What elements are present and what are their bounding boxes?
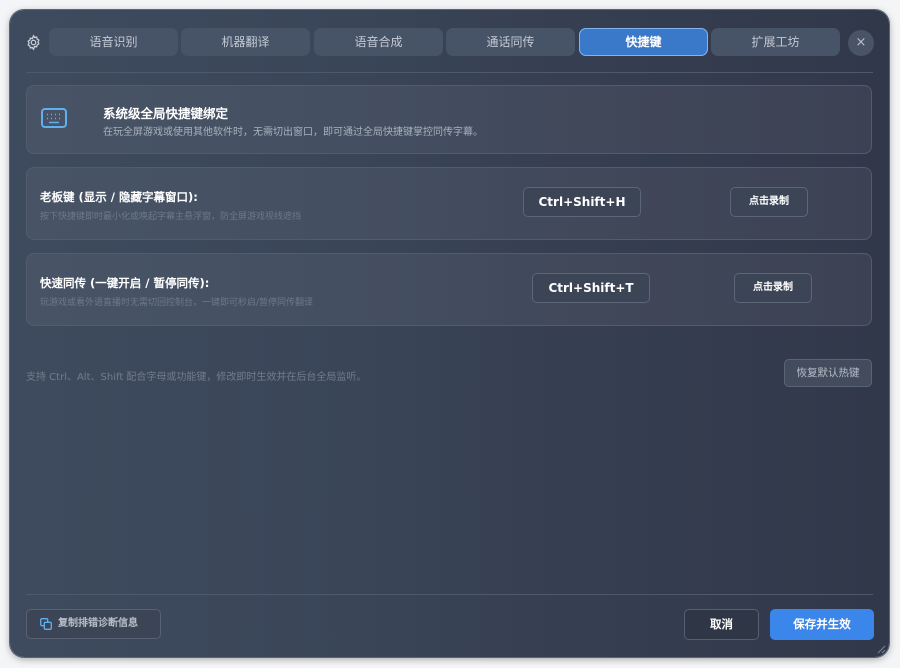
hotkey-input[interactable]: Ctrl+Shift+H [523, 187, 641, 217]
info-banner: 系统级全局快捷键绑定 在玩全屏游戏或使用其他软件时，无需切出窗口，即可通过全局快… [26, 85, 872, 154]
tab-machine-translation[interactable]: 机器翻译 [181, 28, 310, 56]
close-icon: × [855, 35, 867, 50]
footer-divider [26, 594, 873, 595]
tab-hotkeys[interactable]: 快捷键 [579, 28, 708, 56]
save-and-apply-button[interactable]: 保存并生效 [770, 609, 874, 640]
resize-grip-icon[interactable] [874, 642, 886, 654]
hotkey-hint: 支持 Ctrl、Alt、Shift 配合字母或功能键，修改即时生效并在后台全局监… [26, 372, 367, 383]
keyboard-icon [41, 108, 67, 128]
info-description: 在玩全屏游戏或使用其他软件时，无需切出窗口，即可通过全局快捷键掌控同传字幕。 [103, 127, 483, 138]
copy-diagnostics-label: 复制排错诊断信息 [58, 618, 138, 629]
info-title: 系统级全局快捷键绑定 [103, 106, 229, 121]
hotkey-description: 按下快捷键即时最小化或唤起字幕主悬浮窗，防全屏游戏视线遮挡 [40, 212, 302, 222]
tab-speech-recognition[interactable]: 语音识别 [49, 28, 178, 56]
cancel-button[interactable]: 取消 [684, 609, 759, 640]
copy-icon [40, 618, 52, 630]
hotkey-title: 快速同传 (一键开启 / 暂停同传): [40, 276, 210, 290]
copy-diagnostics-button[interactable]: 复制排错诊断信息 [26, 609, 161, 639]
record-hotkey-button[interactable]: 点击录制 [730, 187, 808, 217]
tab-extensions[interactable]: 扩展工坊 [711, 28, 840, 56]
top-divider [26, 72, 873, 73]
tab-bar: 语音识别 机器翻译 语音合成 通话同传 快捷键 扩展工坊 × [10, 10, 889, 72]
close-button[interactable]: × [848, 30, 874, 56]
tab-speech-synthesis[interactable]: 语音合成 [314, 28, 443, 56]
hotkey-row-boss-key: 老板键 (显示 / 隐藏字幕窗口): 按下快捷键即时最小化或唤起字幕主悬浮窗，防… [26, 167, 872, 240]
hotkey-title: 老板键 (显示 / 隐藏字幕窗口): [40, 190, 198, 204]
settings-window: 语音识别 机器翻译 语音合成 通话同传 快捷键 扩展工坊 × 系统级全局快捷键绑… [10, 10, 889, 657]
hotkey-row-quick-interpret: 快速同传 (一键开启 / 暂停同传): 玩游戏或看外语直播时无需切回控制台，一键… [26, 253, 872, 326]
reset-default-hotkeys-button[interactable]: 恢复默认热键 [784, 359, 872, 387]
tab-call-interpretation[interactable]: 通话同传 [446, 28, 575, 56]
hotkey-description: 玩游戏或看外语直播时无需切回控制台，一键即可秒启/暂停同传翻译 [40, 298, 314, 308]
hotkey-input[interactable]: Ctrl+Shift+T [532, 273, 650, 303]
record-hotkey-button[interactable]: 点击录制 [734, 273, 812, 303]
gear-icon[interactable] [25, 34, 42, 51]
